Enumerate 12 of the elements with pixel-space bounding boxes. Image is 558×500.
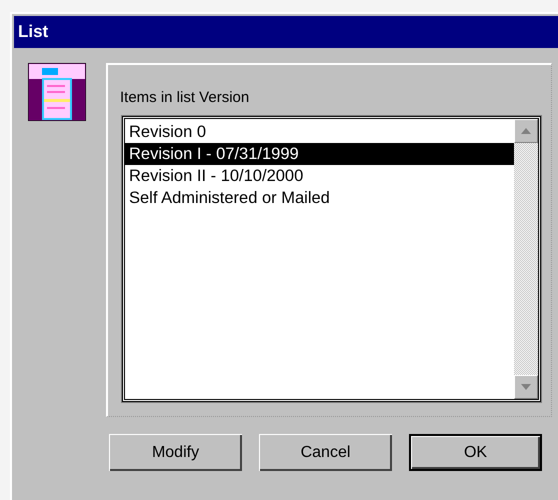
down-arrow-icon	[521, 384, 531, 390]
version-list[interactable]: Revision 0 Revision I - 07/31/1999 Revision II - 10/10/2000 Self Administered or Mailed	[122, 116, 541, 402]
scroll-down-button[interactable]	[514, 375, 538, 399]
dialog-button[interactable]: Modify	[109, 434, 242, 471]
dialog-button[interactable]: Cancel	[259, 434, 392, 471]
scroll-up-button[interactable]	[514, 119, 538, 143]
list-document-icon	[28, 63, 86, 121]
list-label: Items in list Version	[120, 89, 250, 106]
window-title: List	[14, 16, 558, 48]
up-arrow-icon	[521, 128, 531, 134]
dialog-button[interactable]: OK	[409, 434, 542, 471]
list-item[interactable]: Revision I - 07/31/1999	[125, 143, 514, 165]
